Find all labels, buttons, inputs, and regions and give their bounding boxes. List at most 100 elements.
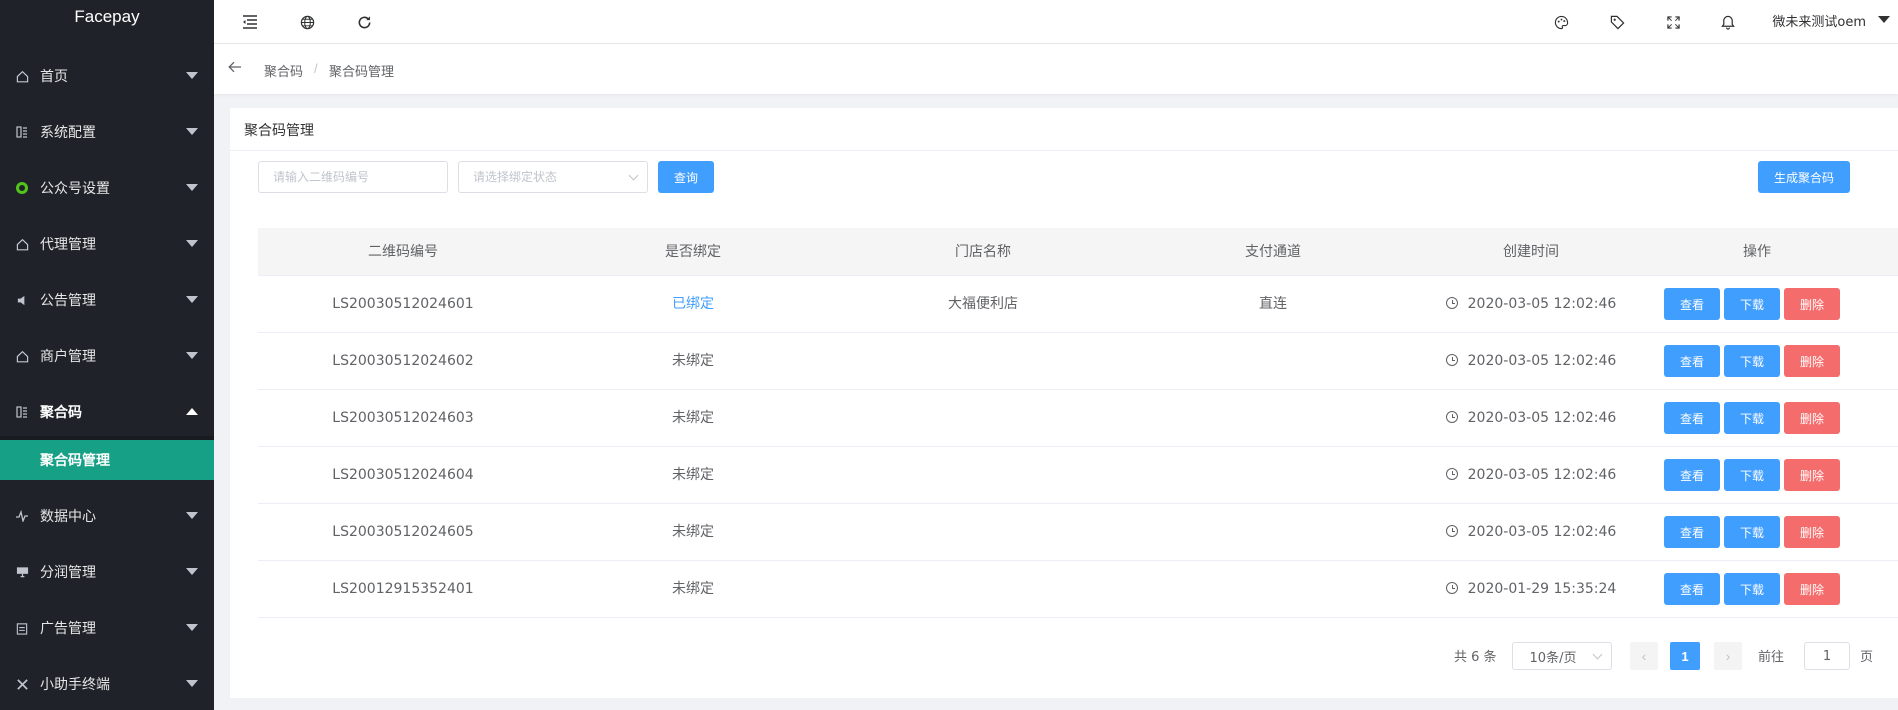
page-size-select[interactable]: 10条/页 <box>1512 642 1612 670</box>
sidebar-item-8[interactable]: 分润管理 <box>0 544 214 600</box>
next-page-button[interactable]: › <box>1714 642 1742 670</box>
sidebar-subitem-aggregate-code-management[interactable]: 聚合码管理 <box>0 440 214 480</box>
palette-icon[interactable] <box>1547 8 1575 36</box>
breadcrumb: 聚合码 / 聚合码管理 <box>214 44 1898 94</box>
chevron-down-icon <box>186 184 198 191</box>
cell-qr-code: LS20030512024604 <box>332 467 474 483</box>
cell-pay-channel: 直连 <box>1259 296 1287 312</box>
grid-icon <box>14 124 30 140</box>
table-row: LS20030512024602 未绑定 2020-03-05 12:02:46 查看… <box>258 333 1898 390</box>
user-name[interactable]: 微未来测试oem <box>1772 11 1866 30</box>
column-header-bound: 是否绑定 <box>665 244 721 260</box>
wechat-icon <box>14 180 30 196</box>
home-icon <box>14 236 30 252</box>
bind-status-select[interactable]: 请选择绑定状态 <box>458 161 648 193</box>
cell-created-time: 2020-03-05 12:02:46 <box>1418 333 1644 390</box>
view-button[interactable]: 查看 <box>1664 516 1720 548</box>
column-header-qr-code: 二维码编号 <box>368 244 438 260</box>
globe-icon[interactable] <box>293 8 321 36</box>
column-header-store: 门店名称 <box>955 244 1011 260</box>
sidebar-item-4[interactable]: 公告管理 <box>0 272 214 328</box>
clock-icon <box>1445 468 1458 480</box>
created-time-text: 2020-03-05 12:02:46 <box>1467 353 1617 369</box>
chevron-down-icon <box>186 624 198 631</box>
download-button[interactable]: 下载 <box>1724 402 1780 434</box>
delete-button[interactable]: 删除 <box>1784 345 1840 377</box>
delete-button[interactable]: 删除 <box>1784 402 1840 434</box>
back-arrow-icon[interactable] <box>228 60 242 77</box>
delete-button[interactable]: 删除 <box>1784 573 1840 605</box>
download-button[interactable]: 下载 <box>1724 345 1780 377</box>
download-button[interactable]: 下载 <box>1724 573 1780 605</box>
chevron-down-icon <box>186 72 198 79</box>
delete-button[interactable]: 删除 <box>1784 288 1840 320</box>
sidebar-item-7[interactable]: 数据中心 <box>0 488 214 544</box>
menu-fold-icon[interactable] <box>236 8 264 36</box>
chevron-down-icon <box>186 352 198 359</box>
clock-icon <box>1445 354 1458 366</box>
breadcrumb-item-aggregate-code-management: 聚合码管理 <box>329 65 395 80</box>
sidebar-item-label: 数据中心 <box>40 509 96 525</box>
view-button[interactable]: 查看 <box>1664 345 1720 377</box>
sidebar: Facepay 首页 系统配置 公众号设置 代理管理 公告管理 商户管理 聚合码 数据中心 分润… <box>0 0 214 710</box>
cell-qr-code: LS20030512024605 <box>332 524 474 540</box>
query-button[interactable]: 查询 <box>658 161 714 193</box>
chevron-down-icon <box>186 240 198 247</box>
chevron-up-icon <box>186 408 198 415</box>
chevron-down-icon[interactable] <box>1878 16 1890 23</box>
cell-store-name <box>838 333 1128 390</box>
cell-bound-status: 未绑定 <box>672 353 714 369</box>
sidebar-item-2[interactable]: 公众号设置 <box>0 160 214 216</box>
clock-icon <box>1445 411 1458 423</box>
sidebar-item-6[interactable]: 聚合码 <box>0 384 214 440</box>
sidebar-item-3[interactable]: 代理管理 <box>0 216 214 272</box>
fullscreen-icon[interactable] <box>1659 8 1687 36</box>
cell-pay-channel <box>1128 333 1418 390</box>
chevron-down-icon <box>186 680 198 687</box>
prev-page-button[interactable]: ‹ <box>1630 642 1658 670</box>
view-button[interactable]: 查看 <box>1664 402 1720 434</box>
view-button[interactable]: 查看 <box>1664 459 1720 491</box>
cell-qr-code: LS20030512024603 <box>332 410 474 426</box>
column-header-created: 创建时间 <box>1503 244 1559 260</box>
download-button[interactable]: 下载 <box>1724 516 1780 548</box>
download-button[interactable]: 下载 <box>1724 288 1780 320</box>
chevron-down-icon <box>1592 649 1603 660</box>
tag-icon[interactable] <box>1603 8 1631 36</box>
cell-pay-channel <box>1128 390 1418 447</box>
sidebar-item-1[interactable]: 系统配置 <box>0 104 214 160</box>
goto-suffix: 页 <box>1860 650 1874 665</box>
bell-icon[interactable] <box>1714 8 1742 36</box>
delete-button[interactable]: 删除 <box>1784 459 1840 491</box>
sidebar-item-0[interactable]: 首页 <box>0 48 214 104</box>
clipboard-icon <box>14 620 30 636</box>
delete-button[interactable]: 删除 <box>1784 516 1840 548</box>
refresh-icon[interactable] <box>350 8 378 36</box>
page-number-button[interactable]: 1 <box>1670 642 1700 670</box>
home-icon <box>14 68 30 84</box>
generate-aggregate-code-button[interactable]: 生成聚合码 <box>1758 161 1850 193</box>
cell-store-name <box>838 561 1128 618</box>
breadcrumb-item-aggregate-code[interactable]: 聚合码 <box>264 61 303 80</box>
created-time-text: 2020-03-05 12:02:46 <box>1467 524 1617 540</box>
qr-code-search-input[interactable]: 请输入二维码编号 <box>258 161 448 193</box>
sidebar-item-10[interactable]: 小助手终端 <box>0 656 214 710</box>
table-row: LS20012915352401 未绑定 2020-01-29 15:35:24 查看… <box>258 561 1898 618</box>
cell-created-time: 2020-03-05 12:02:46 <box>1418 390 1644 447</box>
chevron-down-icon <box>628 170 639 181</box>
sidebar-item-5[interactable]: 商户管理 <box>0 328 214 384</box>
cell-store-name <box>838 390 1128 447</box>
view-button[interactable]: 查看 <box>1664 288 1720 320</box>
created-time-text: 2020-01-29 15:35:24 <box>1467 581 1617 597</box>
sidebar-item-9[interactable]: 广告管理 <box>0 600 214 656</box>
breadcrumb-separator: / <box>314 61 318 76</box>
view-button[interactable]: 查看 <box>1664 573 1720 605</box>
card-title: 聚合码管理 <box>244 123 314 139</box>
card-divider <box>230 150 1898 151</box>
grid-icon <box>14 404 30 420</box>
download-button[interactable]: 下载 <box>1724 459 1780 491</box>
pulse-icon <box>14 508 30 524</box>
goto-page-input[interactable]: 1 <box>1804 642 1850 670</box>
cell-qr-code: LS20030512024602 <box>332 353 474 369</box>
cell-pay-channel <box>1128 447 1418 504</box>
